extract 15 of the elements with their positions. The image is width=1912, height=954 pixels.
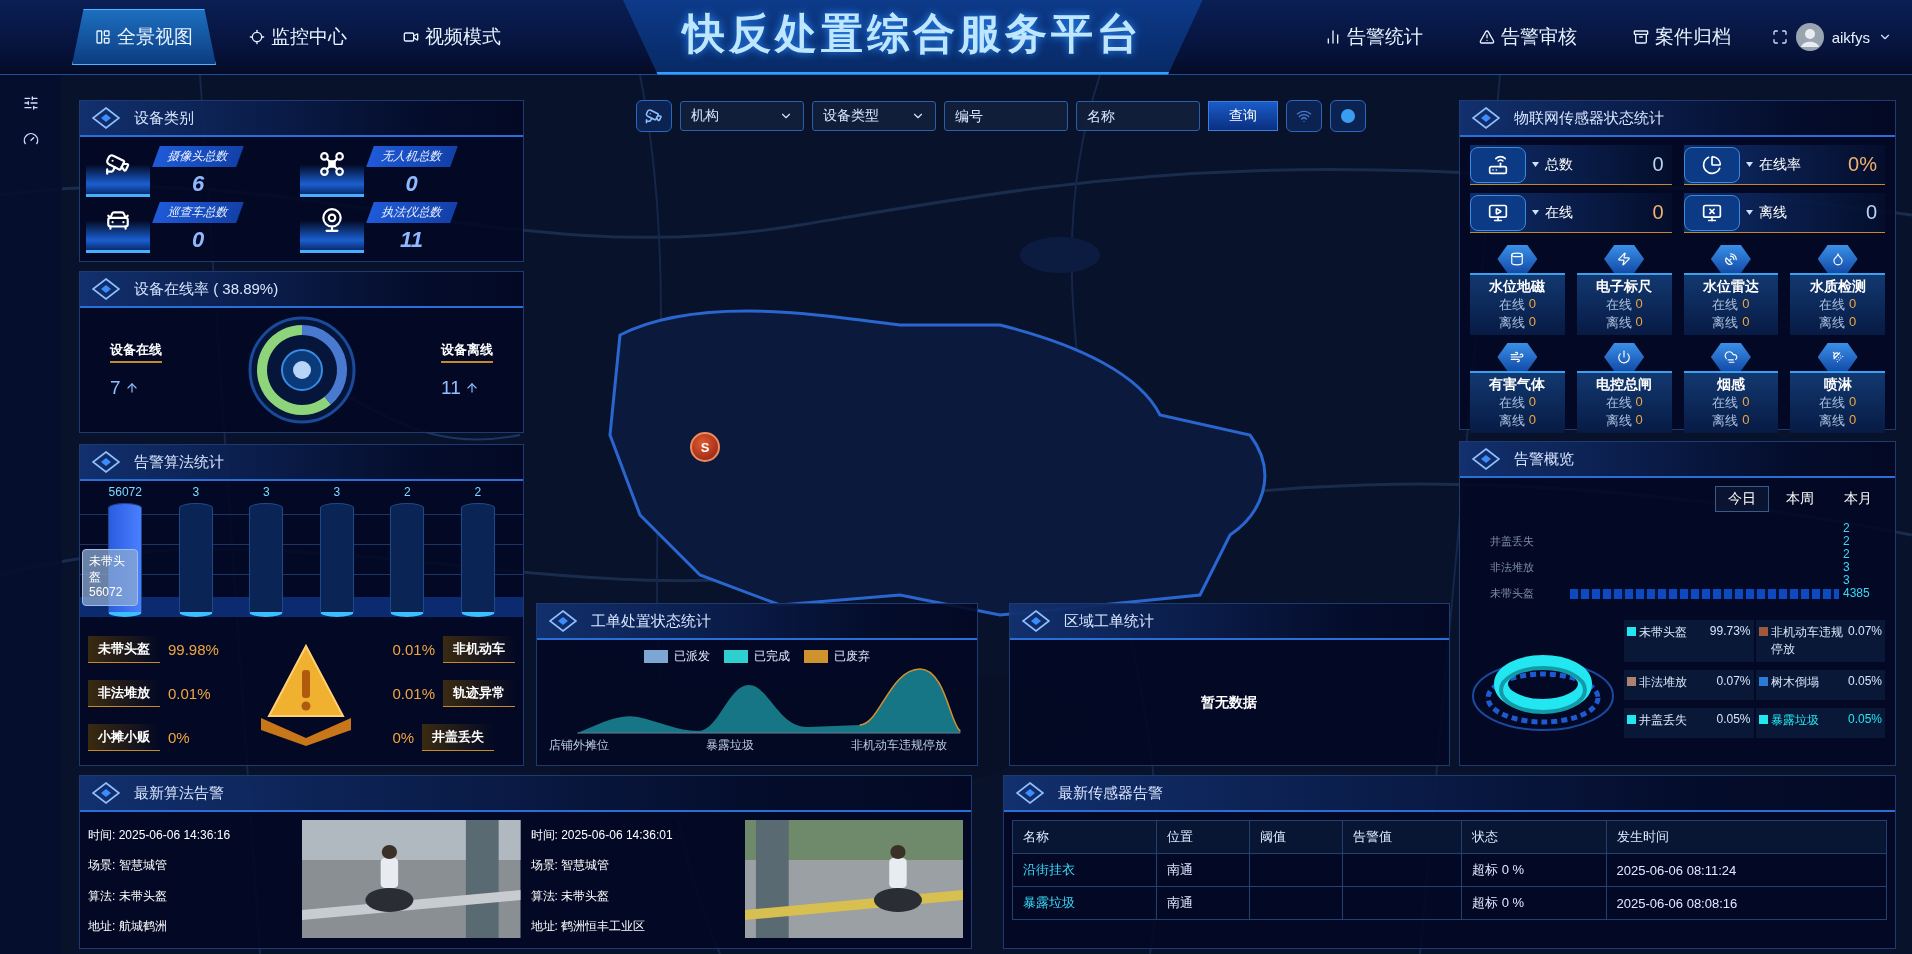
avatar-icon[interactable] — [1795, 23, 1824, 51]
nav-tab[interactable]: 告警审核 — [1455, 9, 1600, 65]
nav-tab[interactable]: 视频模式 — [380, 9, 524, 65]
nav-tab[interactable]: 监控中心 — [226, 9, 370, 65]
user-name[interactable]: aikfys — [1831, 28, 1870, 46]
nav-tab[interactable]: 告警统计 — [1301, 9, 1446, 65]
platform-title: 快反处置综合服务平台 — [622, 0, 1203, 75]
video-icon — [403, 29, 419, 45]
archive-icon — [1632, 29, 1649, 45]
locate-icon — [249, 29, 265, 45]
nav-tab[interactable]: 案件归档 — [1609, 9, 1754, 65]
fullscreen-icon[interactable] — [1771, 29, 1788, 45]
warning-icon — [1478, 29, 1495, 45]
layout-icon — [95, 29, 111, 45]
nav-tab[interactable]: 全景视图 — [72, 9, 216, 65]
